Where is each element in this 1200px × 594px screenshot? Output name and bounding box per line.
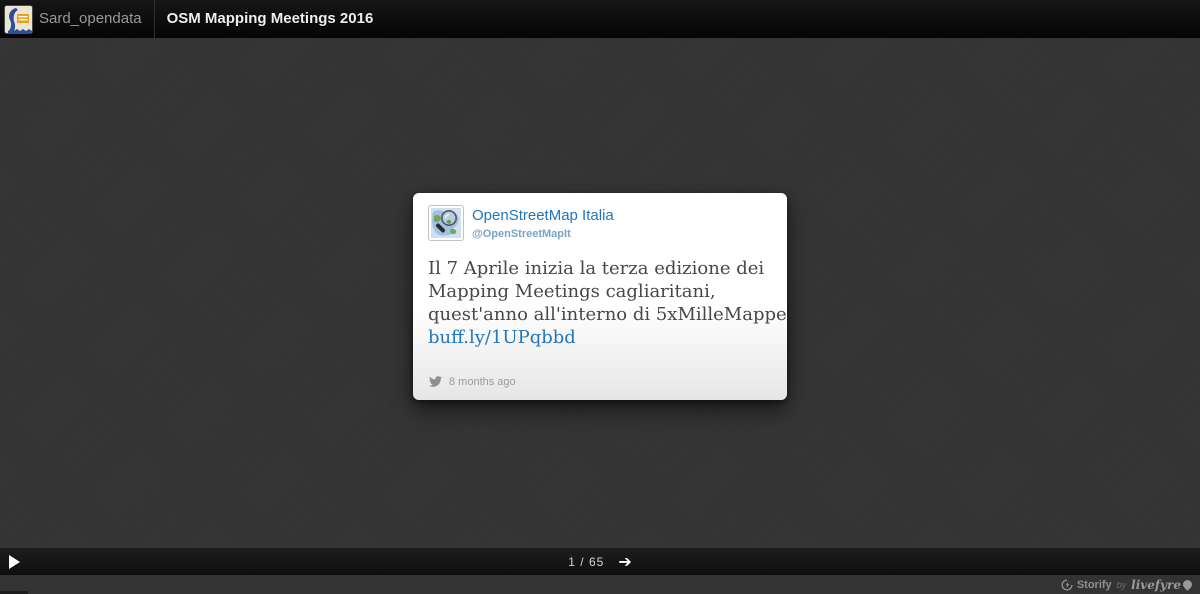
next-slide-icon[interactable]: ➔ [618,554,631,570]
tweet-author-block: OpenStreetMap Italia @OpenStreetMapIt [472,205,614,242]
slide-stage: OpenStreetMap Italia @OpenStreetMapIt Il… [0,38,1200,548]
footer-brand[interactable]: Storify by livefyre [1061,575,1192,594]
account-name[interactable]: Sard_opendata [39,0,154,38]
story-title: OSM Mapping Meetings 2016 [154,0,374,38]
tweet-text-line: Mapping Meetings cagliaritani, [428,280,772,303]
tweet-timestamp[interactable]: 8 months ago [449,376,516,388]
storify-label[interactable]: Storify [1077,579,1112,591]
tweet-link[interactable]: buff.ly/1UPqbbd [428,326,772,349]
tweet-text-line: quest'anno all'interno di 5xMilleMappe [428,303,772,326]
twitter-bird-icon[interactable] [428,375,443,388]
tweet-text: Il 7 Aprile inizia la terza edizione dei… [428,257,772,349]
sard-opendata-logo-icon [5,6,32,33]
tweet-text-line: Il 7 Aprile inizia la terza edizione dei [428,257,772,280]
slide-position: 1 / 65 [568,555,604,569]
livefyre-label[interactable]: livefyre [1131,578,1181,592]
tweet-footer: 8 months ago [428,375,772,388]
tweet-author-name[interactable]: OpenStreetMap Italia [472,207,614,224]
pager: 1 / 65 ➔ [0,548,1200,575]
account-avatar[interactable] [4,5,33,34]
tweet-author-avatar[interactable] [428,205,464,241]
livefyre-flame-icon [1181,578,1194,591]
top-bar: Sard_opendata OSM Mapping Meetings 2016 [0,0,1200,38]
by-label: by [1117,580,1127,590]
tweet-header: OpenStreetMap Italia @OpenStreetMapIt [428,205,772,242]
tweet-card[interactable]: OpenStreetMap Italia @OpenStreetMapIt Il… [413,193,787,400]
storify-icon [1061,579,1073,591]
playback-bar: 1 / 65 ➔ [0,548,1200,575]
openstreetmap-logo-icon [431,208,461,238]
tweet-author-handle[interactable]: @OpenStreetMapIt [472,228,571,240]
footer-bar: Storify by livefyre [0,575,1200,594]
